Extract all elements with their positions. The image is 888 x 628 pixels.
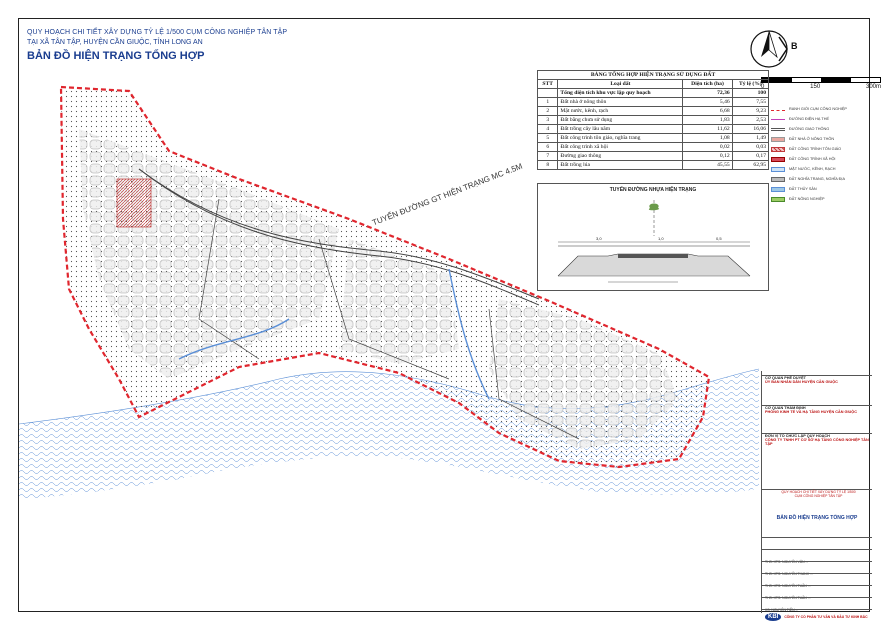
legend-label: ĐẤT CÔNG TRÌNH XÃ HỘI: [789, 157, 836, 161]
drawing-title: BẢN ĐỒ HIỆN TRẠNG TỔNG HỢP: [776, 515, 858, 521]
legend-item: ĐƯỜNG ĐIỆN HẠ THẾ: [771, 114, 867, 124]
map-sheet: QUY HOẠCH CHI TIẾT XÂY DỰNG TỶ LỆ 1/500 …: [18, 18, 881, 621]
org-value: CÔNG TY TNHH PT CƠ SỞ HẠ TẦNG CÔNG NGHIỆ…: [765, 438, 869, 446]
legend-item: MẶT NƯỚC, KÊNH, RẠCH: [771, 164, 867, 174]
legend-label: ĐẤT NÔNG NGHIỆP: [789, 197, 825, 201]
legend-item: ĐẤT CÔNG TRÌNH TÔN GIÁO: [771, 144, 867, 154]
legend-item: ĐẤT CÔNG TRÌNH XÃ HỘI: [771, 154, 867, 164]
title-block: CƠ QUAN PHÊ DUYỆT ỦY BAN NHÂN DÂN HUYỆN …: [761, 371, 872, 621]
scale-label: 150: [810, 84, 821, 90]
legend-label: ĐẤT NHÀ Ở NÔNG THÔN: [789, 137, 835, 141]
review-value: PHÒNG KINH TẾ VÀ HẠ TẦNG HUYỆN CẦN GIUỘC: [765, 410, 857, 414]
legend-label: ĐƯỜNG GIAO THÔNG: [789, 127, 830, 131]
company-logo: KBI: [765, 613, 782, 621]
religious-site: [116, 178, 152, 228]
site-map: [19, 85, 759, 499]
legend-label: ĐƯỜNG ĐIỆN HẠ THẾ: [789, 117, 829, 121]
legend-label: ĐẤT CÔNG TRÌNH TÔN GIÁO: [789, 147, 842, 151]
legend-item: RANH GIỚI CỤM CÔNG NGHIỆP: [771, 104, 867, 114]
scale-bar: 0 150 300m: [761, 77, 881, 90]
legend-item: ĐẤT NGHĨA TRANG, NGHĨA ĐỊA: [771, 174, 867, 184]
company-name: CÔNG TY CỔ PHẦN TƯ VẤN VÀ ĐẦU TƯ KINH BẮ…: [784, 615, 868, 619]
legend-item: ĐẤT NHÀ Ở NÔNG THÔN: [771, 134, 867, 144]
legend-label: RANH GIỚI CỤM CÔNG NGHIỆP: [789, 107, 847, 111]
legend-label: ĐẤT THỦY SẢN: [789, 187, 817, 191]
legend-label: ĐẤT NGHĨA TRANG, NGHĨA ĐỊA: [789, 177, 845, 181]
legend-item: ĐẤT THỦY SẢN: [771, 184, 867, 194]
approve-value: ỦY BAN NHÂN DÂN HUYỆN CẦN GIUỘC: [765, 380, 838, 384]
legend-label: MẶT NƯỚC, KÊNH, RẠCH: [789, 167, 836, 171]
project-name-2: CỤM CÔNG NGHIỆP TÂN TẬP: [794, 494, 843, 498]
legend-item: ĐƯỜNG GIAO THÔNG: [771, 124, 867, 134]
legend-item: ĐẤT NÔNG NGHIỆP: [771, 194, 867, 204]
north-letter: B: [791, 41, 798, 51]
scale-label: 300m: [865, 84, 881, 90]
map-legend: RANH GIỚI CỤM CÔNG NGHIỆP ĐƯỜNG ĐIỆN HẠ …: [771, 104, 867, 204]
